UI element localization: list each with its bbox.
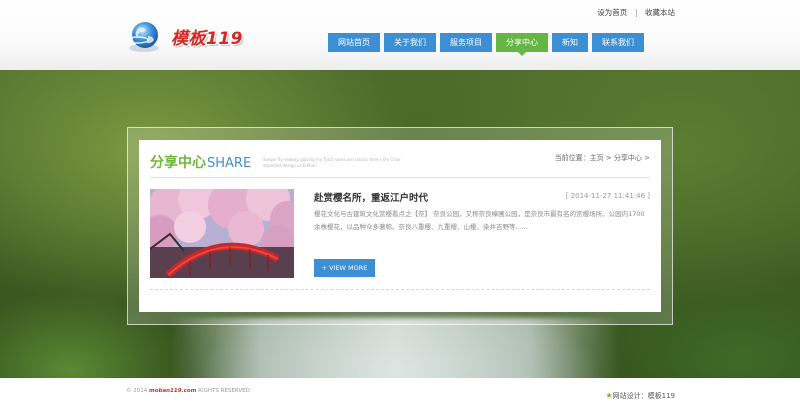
copyright-suffix: RIGHTS RESERVED (198, 388, 250, 394)
article-thumbnail[interactable] (150, 189, 294, 278)
bookmark-link[interactable]: 收藏本站 (645, 7, 675, 18)
design-credit-text[interactable]: 网站设计：模板119 (613, 392, 675, 400)
section-title-cn: 分享中心 (150, 155, 206, 171)
view-more-button[interactable]: + VIEW MORE (314, 259, 375, 277)
divider (150, 177, 650, 178)
logo-text: 模板119 (171, 29, 243, 49)
divider (635, 9, 637, 17)
content-panel: 分享中心SHARE Simple fly enwrap glazing my T… (139, 140, 661, 312)
copyright: © 2014 moban119.com RIGHTS RESERVED (126, 388, 250, 394)
nav-item-share[interactable]: 分享中心 (496, 33, 548, 56)
top-links: 设为首页 收藏本站 (597, 7, 675, 18)
section-description: Simple fly enwrap glazing my Tract name … (263, 157, 401, 168)
nav-item-news[interactable]: 新知 (552, 33, 588, 52)
site-logo[interactable]: 模板119 (126, 20, 244, 54)
section-title-en: SHARE (207, 156, 252, 171)
dashed-divider (150, 289, 650, 290)
site-header: 模板119 设为首页 收藏本站 网站首页 关于我们 服务项目 分享中心 新知 联系我们 (0, 0, 800, 70)
breadcrumb[interactable]: 当前位置：主页 > 分享中心 > (555, 153, 650, 163)
star-icon: ★ (605, 391, 613, 400)
copyright-prefix: © 2014 (126, 388, 148, 394)
cherry-blossom-image (150, 189, 294, 278)
copyright-domain: moban119.com (149, 388, 197, 394)
main-nav: 网站首页 关于我们 服务项目 分享中心 新知 联系我们 (328, 33, 648, 56)
waterfall-blur (170, 318, 620, 378)
nav-item-home[interactable]: 网站首页 (328, 33, 380, 52)
set-home-link[interactable]: 设为首页 (597, 7, 627, 18)
site-footer: © 2014 moban119.com RIGHTS RESERVED ★网站设… (0, 378, 800, 406)
nav-item-about[interactable]: 关于我们 (384, 33, 436, 52)
design-credit: ★网站设计：模板119 (605, 391, 675, 401)
globe-icon (127, 22, 159, 52)
article-excerpt: 樱花文化与古建筑文化赏樱看点之【奈】 奈良公园，又称奈良樟圃公园，是奈良市最有名… (314, 210, 645, 231)
section-title: 分享中心SHARE (150, 152, 251, 172)
nav-item-services[interactable]: 服务项目 (440, 33, 492, 52)
article-title[interactable]: 赴赏樱名所，重返江户时代 (314, 190, 428, 204)
nav-item-contact[interactable]: 联系我们 (592, 33, 644, 52)
article-date: [ 2014-11-27 11:41:46 ] (565, 192, 650, 200)
